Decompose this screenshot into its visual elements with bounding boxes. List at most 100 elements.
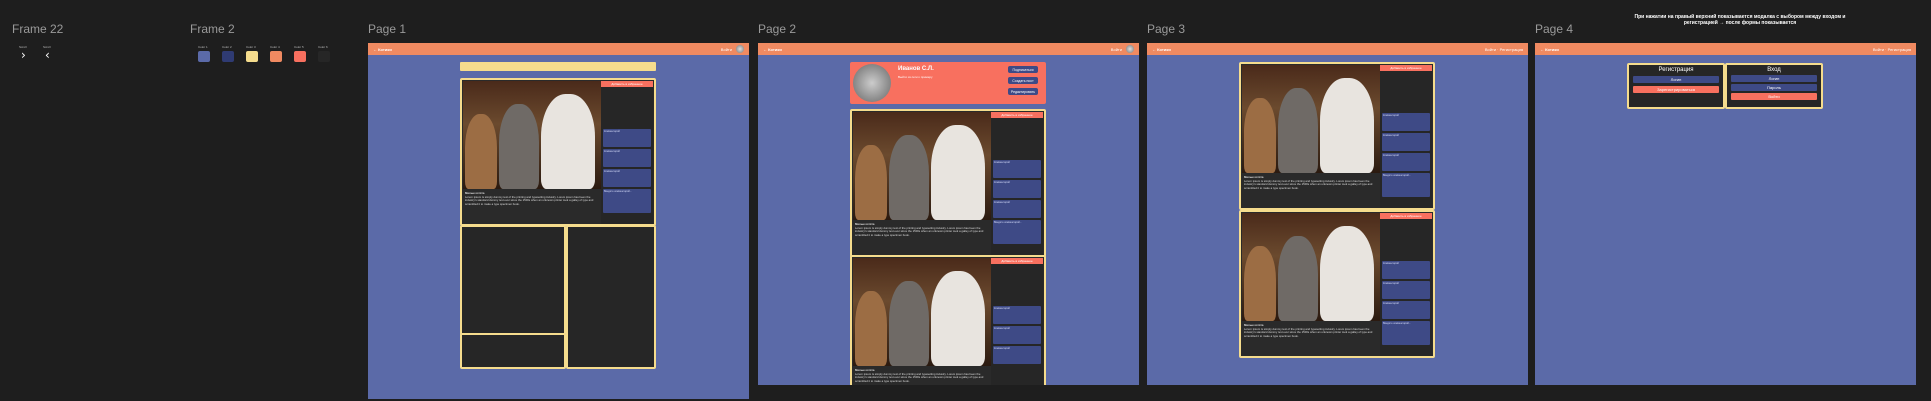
comment: Комментарий	[1382, 281, 1430, 299]
empty-card	[460, 333, 566, 369]
swatch-label: Color 2	[222, 45, 232, 49]
color-swatch: Color 1	[198, 45, 212, 62]
comment: Комментарий	[993, 160, 1041, 178]
comment-input[interactable]: Введите комментарий...	[1382, 321, 1430, 345]
post-body: Lorem ipsum is simply dummy text of the …	[1244, 178, 1373, 190]
comments-panel: Добавить в избранное Комментарий Коммент…	[1380, 65, 1432, 208]
auth-link[interactable]: Войти · Регистрация	[1873, 47, 1911, 52]
post-body: Lorem ipsum is simply dummy text of the …	[1244, 326, 1373, 338]
header: ← Котики Войти · Регистрация	[1147, 43, 1528, 55]
login-link[interactable]: Войти	[721, 47, 732, 52]
header: ← Котики Войти · Регистрация	[1535, 43, 1916, 55]
post-text: Милые котята Lorem ipsum is simply dummy…	[853, 221, 993, 255]
swatch-label: Color 5	[294, 45, 304, 49]
chevron-left-icon[interactable]: ‹	[45, 49, 50, 61]
comment-input[interactable]: Введите комментарий...	[1382, 173, 1430, 197]
comment: Комментарий	[993, 306, 1041, 324]
page-3: ← Котики Войти · Регистрация Добавить в …	[1147, 43, 1528, 385]
login-button[interactable]: Войти	[1731, 93, 1817, 100]
page-2: ← Котики Войти Иванов С.Л. Выйти из сети…	[758, 43, 1139, 385]
create-post-button[interactable]: Создать пост	[1008, 77, 1038, 84]
color-swatch: Color 4	[270, 45, 284, 62]
register-title: Регистрация	[1658, 67, 1694, 73]
swatch-label: Color 1	[198, 45, 208, 49]
frame-label-page4: Page 4	[1535, 22, 1574, 36]
swatch-color	[270, 51, 282, 62]
page-4: ← Котики Войти · Регистрация Регистрация…	[1535, 43, 1916, 385]
color-swatch: Color 5	[294, 45, 308, 62]
post-body: Lorem ipsum is simply dummy text of the …	[855, 371, 984, 383]
frame-label-page1: Page 1	[368, 22, 407, 36]
avatar[interactable]	[1126, 45, 1134, 53]
comment: Комментарий	[603, 149, 651, 167]
comment: Комментарий	[1382, 301, 1430, 319]
post-card: Добавить в избранное Комментарий Коммент…	[850, 109, 1046, 257]
logo[interactable]: ← Котики	[1152, 47, 1171, 52]
color-swatch: Color 3	[246, 45, 260, 62]
empty-card	[566, 225, 656, 369]
login-title: Вход	[1767, 67, 1781, 73]
register-button[interactable]: Зарегистрироваться	[1633, 86, 1719, 93]
comments-panel: Добавить в избранное Комментарий Коммент…	[991, 112, 1043, 255]
comment-input[interactable]: Введите комментарий...	[993, 220, 1041, 244]
post-image	[463, 81, 603, 189]
logo[interactable]: ← Котики	[373, 47, 392, 52]
post-card: Добавить в избранное Комментарий Коммент…	[1239, 210, 1435, 358]
comment: Комментарий	[603, 169, 651, 187]
frame-label-2: Frame 2	[190, 22, 235, 36]
edit-button[interactable]: Редактировать	[1008, 88, 1038, 95]
post-text: Милые котята Lorem ipsum is simply dummy…	[853, 367, 993, 385]
frame-22: Scroll › Scroll ‹	[17, 45, 62, 65]
login-input[interactable]: Логин	[1731, 75, 1817, 82]
frame-label-22: Frame 22	[12, 22, 64, 36]
color-swatch: Color 6	[318, 45, 332, 62]
comment: Комментарий	[1382, 113, 1430, 131]
swatch-color	[222, 51, 234, 62]
post-card: Добавить в избранное Комментарий Коммент…	[850, 255, 1046, 385]
comment: Комментарий	[993, 326, 1041, 344]
swatch-color	[246, 51, 258, 62]
comment: Комментарий	[1382, 261, 1430, 279]
comment: Комментарий	[603, 129, 651, 147]
swatch-label: Color 6	[318, 45, 328, 49]
profile-card: Иванов С.Л. Выйти из сети к примеру Подп…	[850, 62, 1046, 104]
post-body: Lorem ipsum is simply dummy text of the …	[465, 194, 594, 206]
login-input[interactable]: Логин	[1633, 76, 1719, 83]
header: ← Котики Войти	[758, 43, 1139, 55]
login-link[interactable]: Войти	[1111, 47, 1122, 52]
password-input[interactable]: Пароль	[1731, 84, 1817, 91]
subscribe-button[interactable]: Подписаться	[1008, 66, 1038, 73]
post-card: Добавить в избранное Комментарий Коммент…	[1239, 62, 1435, 210]
post-body: Lorem ipsum is simply dummy text of the …	[855, 225, 984, 237]
auth-link[interactable]: Войти · Регистрация	[1485, 47, 1523, 52]
post-text: Милые котята Lorem ipsum is simply dummy…	[1242, 322, 1382, 356]
post-image	[853, 112, 993, 220]
swatch-label: Color 3	[246, 45, 256, 49]
page-1: ← Котики Войти Добавить в избранное Комм…	[368, 43, 749, 399]
logo[interactable]: ← Котики	[1540, 47, 1559, 52]
comments-panel: Добавить в избранное Комментарий Коммент…	[1380, 213, 1432, 356]
swatch-color	[294, 51, 306, 62]
frame-label-page2: Page 2	[758, 22, 797, 36]
swatch-label: Color 4	[270, 45, 280, 49]
profile-name: Иванов С.Л.	[898, 66, 934, 72]
comment: Комментарий	[1382, 153, 1430, 171]
profile-subtitle: Выйти из сети к примеру	[898, 75, 933, 79]
post-text: Милые котята Lorem ipsum is simply dummy…	[463, 190, 603, 224]
annotation-note: При нажатии на правый верхний показывает…	[1634, 14, 1846, 26]
comment-input[interactable]: Введите комментарий...	[603, 189, 651, 213]
logo[interactable]: ← Котики	[763, 47, 782, 52]
search-bar[interactable]	[460, 62, 656, 71]
post-text: Милые котята Lorem ipsum is simply dummy…	[1242, 174, 1382, 208]
comments-panel: Добавить в избранное Комментарий Коммент…	[601, 81, 653, 224]
avatar[interactable]	[736, 45, 744, 53]
comment: Комментарий	[993, 180, 1041, 198]
comment: Комментарий	[1382, 133, 1430, 151]
login-modal: Вход Логин Пароль Войти	[1725, 63, 1823, 109]
chevron-right-icon[interactable]: ›	[21, 49, 26, 61]
color-swatch: Color 2	[222, 45, 236, 62]
profile-avatar	[853, 64, 891, 102]
swatch-color	[198, 51, 210, 62]
post-image	[853, 258, 993, 366]
header: ← Котики Войти	[368, 43, 749, 55]
